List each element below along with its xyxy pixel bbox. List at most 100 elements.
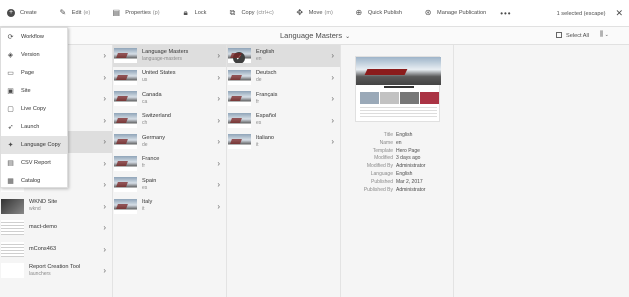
- metadata-key: Template: [372, 147, 393, 154]
- list-item[interactable]: Language Masters language-masters ›: [113, 45, 226, 67]
- list-item[interactable]: France fr ›: [113, 153, 226, 175]
- item-title: Italiano: [256, 134, 275, 141]
- menu-item-live-copy[interactable]: ▢ Live Copy: [1, 100, 67, 118]
- catalog-icon: ▦: [7, 177, 14, 185]
- item-name: es: [142, 184, 148, 191]
- menu-item-version[interactable]: ◈ Version: [1, 46, 67, 64]
- metadata-row: Published Mar 2, 2017: [341, 179, 454, 187]
- item-name: fr: [256, 98, 260, 105]
- chevron-right-icon[interactable]: ›: [103, 73, 106, 82]
- chevron-right-icon[interactable]: ›: [103, 245, 106, 254]
- menu-item-catalog[interactable]: ▦ Catalog: [1, 172, 67, 190]
- page-thumbnail: [114, 155, 137, 171]
- page-thumbnail: [114, 69, 137, 85]
- move-button[interactable]: ✥ Move (m): [296, 8, 332, 17]
- live-copy-icon: ▢: [7, 105, 14, 113]
- view-switcher[interactable]: ⫼ ⌄: [600, 31, 609, 39]
- list-item[interactable]: Deutsch de ›: [227, 67, 340, 89]
- chevron-right-icon[interactable]: ›: [217, 159, 220, 168]
- list-item[interactable]: Germany de ›: [113, 131, 226, 153]
- chevron-right-icon[interactable]: ›: [217, 116, 220, 125]
- menu-item-language-copy[interactable]: ✦ Language Copy: [1, 136, 67, 154]
- item-title: Germany: [142, 134, 166, 141]
- add-circle-icon: +: [7, 9, 15, 17]
- list-item[interactable]: Report Creation Tool launchers ›: [0, 260, 112, 282]
- menu-item-label: Launch: [21, 124, 40, 130]
- layers-icon: ◈: [7, 51, 14, 59]
- chevron-right-icon[interactable]: ›: [217, 137, 220, 146]
- menu-item-site[interactable]: ▣ Site: [1, 82, 67, 100]
- chevron-right-icon[interactable]: ›: [103, 180, 106, 189]
- metadata-row: Language English: [341, 171, 454, 179]
- move-icon: ✥: [296, 8, 304, 17]
- menu-item-label: Version: [21, 52, 40, 58]
- rocket-icon: ➶: [7, 123, 14, 131]
- properties-shortcut: (p): [152, 10, 160, 16]
- item-name: ca: [142, 98, 148, 105]
- chevron-right-icon[interactable]: ›: [103, 266, 106, 275]
- preview-hero-image: [356, 57, 441, 85]
- chevron-right-icon[interactable]: ›: [103, 159, 106, 168]
- chevron-right-icon[interactable]: ›: [103, 51, 106, 60]
- metadata-row: Title English: [341, 132, 454, 140]
- item-title: United States: [142, 70, 176, 77]
- properties-button[interactable]: ▤ Properties (p): [112, 9, 160, 17]
- chevron-right-icon[interactable]: ›: [217, 94, 220, 103]
- menu-item-workflow[interactable]: ⟳ Workflow: [1, 28, 67, 46]
- copy-button[interactable]: ⧉ Copy (ctrl+c): [228, 9, 274, 17]
- list-item[interactable]: Spain es ›: [113, 174, 226, 196]
- list-item[interactable]: Canada ca ›: [113, 88, 226, 110]
- chevron-right-icon[interactable]: ›: [331, 51, 334, 60]
- chevron-right-icon[interactable]: ›: [217, 202, 220, 211]
- item-name: it: [142, 206, 145, 213]
- menu-item-launch[interactable]: ➶ Launch: [1, 118, 67, 136]
- list-item[interactable]: Italiano it ›: [227, 131, 340, 153]
- list-item[interactable]: Italy it ›: [113, 196, 226, 218]
- list-item[interactable]: WKND Site wknd ›: [0, 196, 112, 218]
- list-item[interactable]: United States us ›: [113, 67, 226, 89]
- lock-button[interactable]: 🔒︎ Lock: [182, 9, 207, 17]
- chevron-right-icon[interactable]: ›: [103, 202, 106, 211]
- chevron-right-icon[interactable]: ›: [217, 73, 220, 82]
- chevron-right-icon[interactable]: ›: [103, 116, 106, 125]
- chevron-right-icon[interactable]: ›: [103, 223, 106, 232]
- chevron-down-icon: ⌄: [345, 34, 351, 40]
- select-all-button[interactable]: Select All: [556, 32, 589, 39]
- list-item[interactable]: Español es ›: [227, 110, 340, 132]
- create-button[interactable]: + Create: [7, 9, 37, 17]
- page-preview-thumbnail[interactable]: [355, 56, 441, 122]
- list-item[interactable]: Switzerland ch ›: [113, 110, 226, 132]
- checkmark-icon[interactable]: ✓: [233, 52, 245, 64]
- manage-publication-button[interactable]: ⊛ Manage Publication: [424, 9, 487, 17]
- more-actions-button[interactable]: •••: [500, 9, 511, 18]
- globe-icon: ✦: [7, 141, 14, 149]
- item-title: Spain: [142, 177, 157, 184]
- list-item[interactable]: mCons463 ›: [0, 239, 112, 261]
- item-name: fr: [142, 163, 146, 170]
- edit-button[interactable]: ✎ Edit (e): [59, 9, 90, 17]
- quick-publish-label: Quick Publish: [367, 10, 403, 16]
- selection-count: 1 selected (escape): [556, 10, 606, 17]
- page-thumbnail: [114, 198, 137, 214]
- close-icon[interactable]: ✕: [615, 8, 623, 19]
- chevron-right-icon[interactable]: ›: [217, 180, 220, 189]
- chevron-right-icon[interactable]: ›: [331, 94, 334, 103]
- menu-item-csv-report[interactable]: ▤ CSV Report: [1, 154, 67, 172]
- quick-publish-button[interactable]: ⊕ Quick Publish: [355, 9, 402, 17]
- chevron-right-icon[interactable]: ›: [103, 137, 106, 146]
- breadcrumb-title[interactable]: Language Masters ⌄: [280, 31, 350, 40]
- lock-label: Lock: [194, 10, 207, 16]
- chevron-right-icon[interactable]: ›: [103, 94, 106, 103]
- list-item[interactable]: Français fr ›: [227, 88, 340, 110]
- chevron-right-icon[interactable]: ›: [331, 73, 334, 82]
- column-locales: ✓ English en › Deutsch de › Français fr › Español e…: [227, 45, 341, 297]
- chevron-right-icon[interactable]: ›: [217, 51, 220, 60]
- chevron-right-icon[interactable]: ›: [331, 116, 334, 125]
- chevron-right-icon[interactable]: ›: [331, 137, 334, 146]
- list-item[interactable]: mact-demo ›: [0, 217, 112, 239]
- pencil-icon: ✎: [59, 8, 67, 17]
- list-item[interactable]: ✓ English en ›: [227, 45, 340, 67]
- menu-item-page[interactable]: ▭ Page: [1, 64, 67, 82]
- site-icon: ▣: [7, 87, 14, 95]
- metadata-key: Modified: [374, 155, 393, 162]
